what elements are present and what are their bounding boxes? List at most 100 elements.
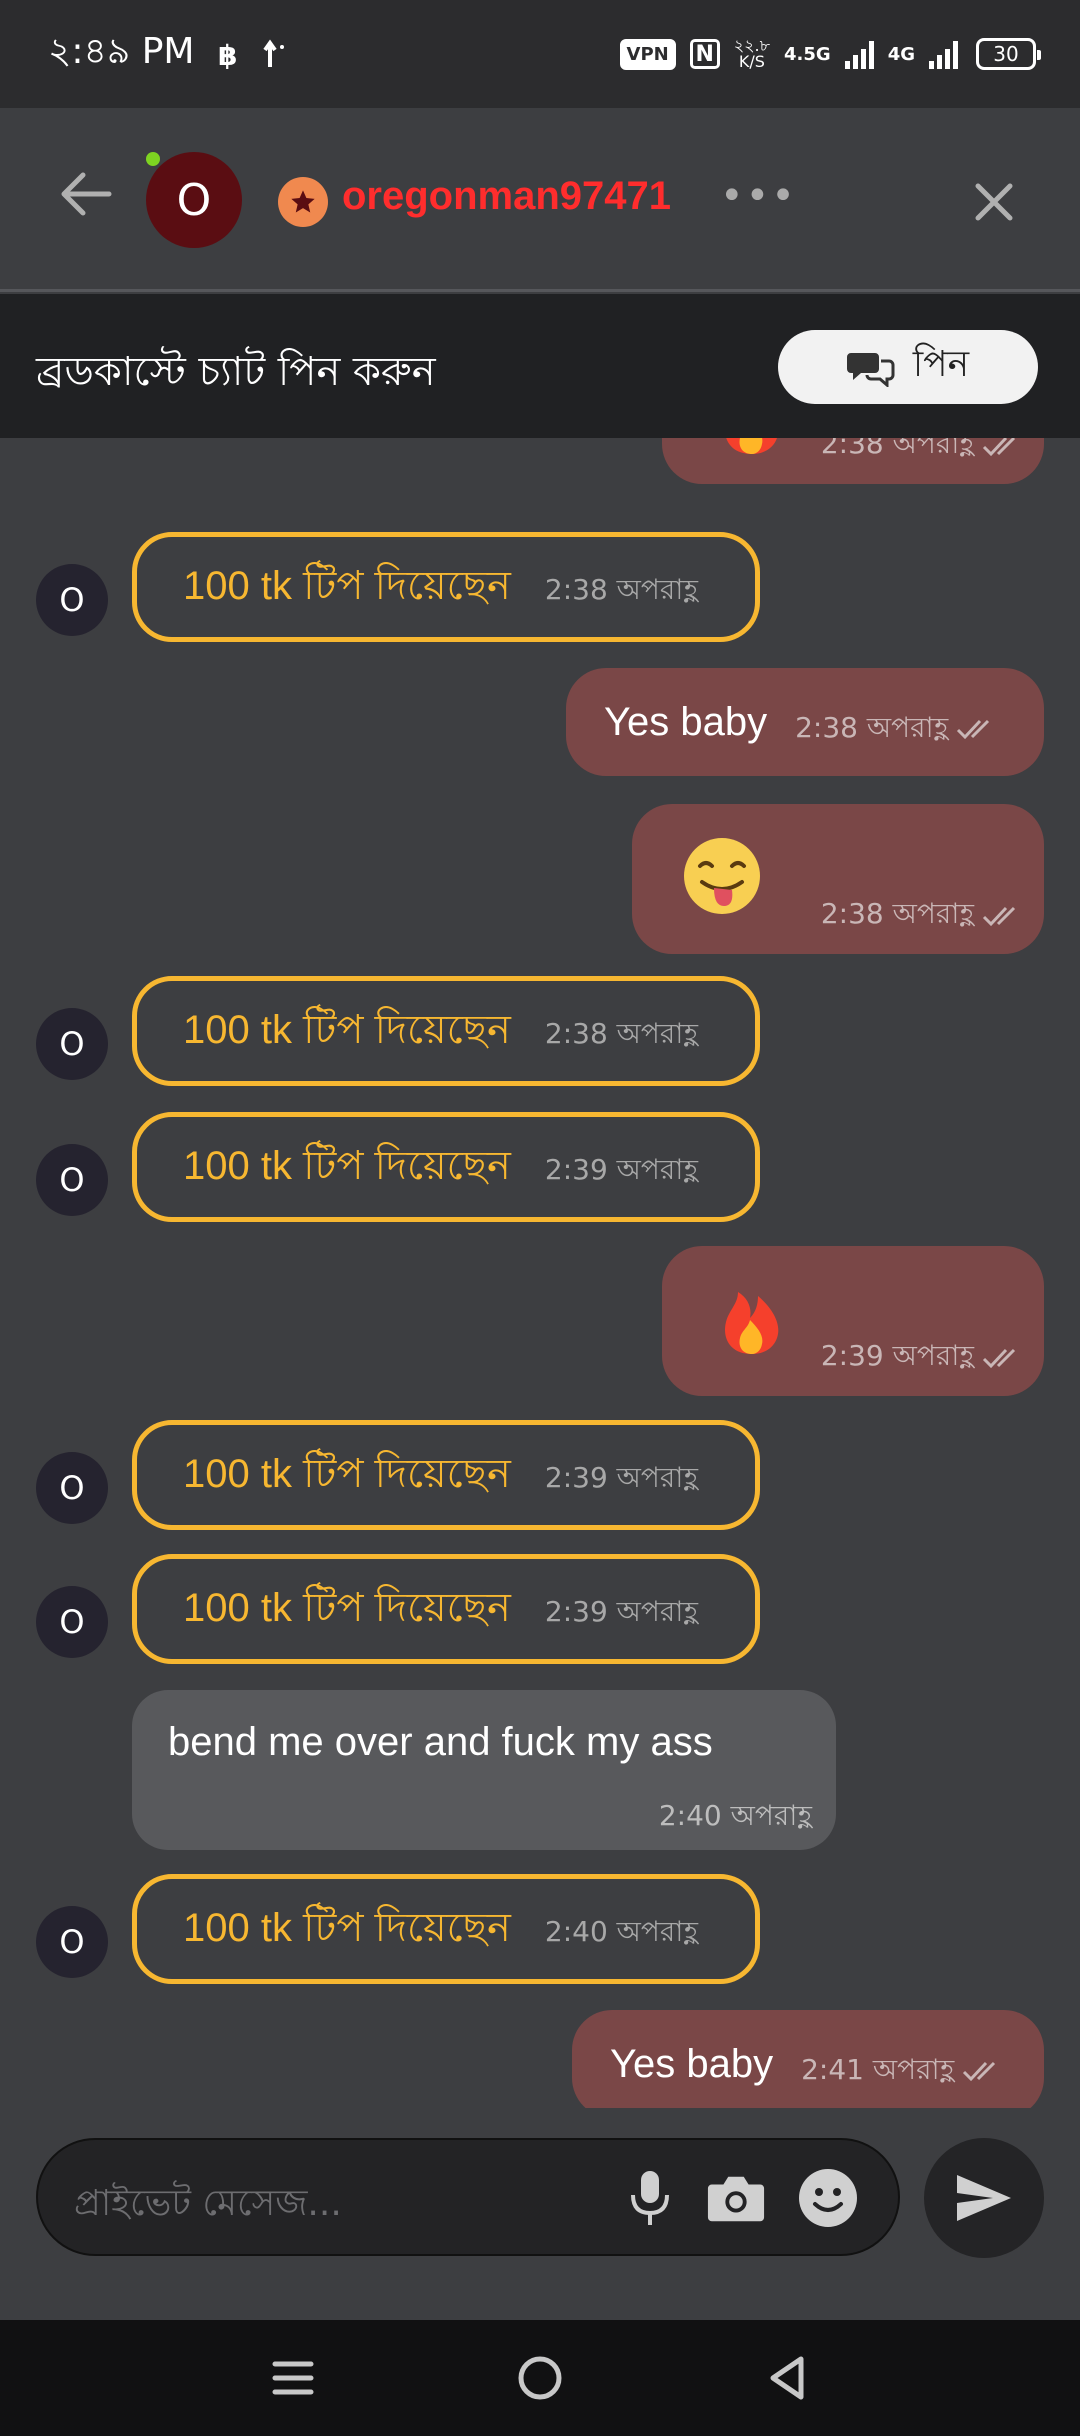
tip-bubble: 100 tk টিপ দিয়েছেন 2:40 অপরাহ্ণ — [132, 1874, 760, 1984]
avatar-letter: O — [176, 174, 212, 226]
message-time: 2:39 অপরাহ্ণ — [544, 1152, 699, 1186]
message-time: 2:41 অপরাহ্ণ — [801, 2052, 955, 2086]
chat-header: O oregonman97471 ••• — [0, 108, 1080, 292]
back-button[interactable] — [56, 164, 116, 224]
double-check-icon — [982, 906, 1016, 926]
signal-bars-icon — [929, 39, 958, 69]
received-message[interactable]: bend me over and fuck my ass 2:40 অপরাহ্… — [132, 1690, 836, 1850]
message-input[interactable]: প্রাইভেট মেসেজ... — [36, 2138, 900, 2256]
nfc-icon: N — [689, 39, 720, 69]
net-speed: ২২.৮ K/S — [734, 38, 770, 70]
tip-text: 100 tk টিপ দিয়েছেন — [183, 1007, 511, 1052]
home-button[interactable] — [505, 2343, 575, 2413]
camera-button[interactable] — [706, 2168, 766, 2228]
recent-apps-button[interactable] — [258, 2343, 328, 2413]
pin-bar-text: ব্রডকাস্টে চ্যাট পিন করুন — [36, 349, 436, 395]
message-time: 2:38 অপরাহ্ণ — [820, 897, 974, 930]
sender-avatar[interactable]: O — [36, 1906, 108, 1978]
sender-avatar-letter: O — [59, 1161, 85, 1199]
pin-button-label: পিন — [912, 344, 970, 385]
message-time: 2:39 অপরাহ্ণ — [544, 1460, 699, 1494]
microphone-icon — [631, 2171, 669, 2225]
bitcoin-icon: ฿ — [218, 39, 237, 69]
message-meta: 2:39 অপরাহ্ণ — [821, 1334, 1026, 1381]
sender-avatar[interactable]: O — [36, 1586, 108, 1658]
status-right: VPN N ২২.৮ K/S 4.5G 4G 30 — [619, 38, 1041, 70]
message-meta: 2:38 অপরাহ্ণ — [795, 706, 1000, 753]
more-options-button[interactable]: ••• — [720, 176, 797, 216]
sent-message[interactable]: Yes baby 2:41 অপরাহ্ণ — [572, 2010, 1044, 2108]
status-time: ২:৪৯ PM — [48, 31, 195, 72]
pin-button[interactable]: পিন — [778, 330, 1038, 404]
back-nav-button[interactable] — [752, 2343, 822, 2413]
message-meta: 2:38 অপরাহ্ণ — [821, 438, 1026, 469]
sender-avatar[interactable]: O — [36, 1144, 108, 1216]
message-list[interactable]: 2:38 অপরাহ্ণ O 100 tk টিপ দিয়েছেন 2:38 … — [0, 438, 1080, 2108]
sender-avatar[interactable]: O — [36, 564, 108, 636]
battery-icon: 30 — [976, 38, 1041, 70]
tip-text: 100 tk টিপ দিয়েছেন — [183, 563, 511, 608]
arrow-left-icon — [61, 172, 112, 216]
tip-text: 100 tk টিপ দিয়েছেন — [183, 1143, 511, 1188]
message-input-placeholder: প্রাইভেট মেসেজ... — [74, 2183, 342, 2224]
emoji-button[interactable] — [798, 2168, 858, 2228]
vpn-icon: VPN — [619, 38, 676, 70]
sender-avatar-letter: O — [59, 1469, 85, 1507]
message-time: 2:39 অপরাহ্ণ — [544, 1594, 699, 1628]
message-time: 2:39 অপরাহ্ণ — [820, 1339, 974, 1372]
double-check-icon — [982, 438, 1016, 456]
message-time: 2:38 অপরাহ্ণ — [544, 1016, 699, 1050]
composer: প্রাইভেট মেসেজ... — [0, 2108, 1080, 2320]
sender-avatar[interactable]: O — [36, 1008, 108, 1080]
double-check-icon — [982, 1348, 1016, 1368]
tip-message[interactable]: O 100 tk টিপ দিয়েছেন 2:39 অপরাহ্ণ — [0, 1112, 1080, 1222]
smiley-icon — [799, 2169, 857, 2227]
fire-emoji-icon — [726, 438, 777, 454]
menu-lines-icon — [272, 2361, 314, 2395]
camera-icon — [707, 2176, 765, 2222]
message-time: 2:38 অপরাহ্ণ — [544, 572, 699, 606]
tip-message[interactable]: O 100 tk টিপ দিয়েছেন 2:40 অপরাহ্ণ — [0, 1874, 1080, 1984]
tip-bubble: 100 tk টিপ দিয়েছেন 2:39 অপরাহ্ণ — [132, 1420, 760, 1530]
message-time: 2:40 অপরাহ্ণ — [544, 1914, 699, 1948]
tip-message[interactable]: O 100 tk টিপ দিয়েছেন 2:39 অপরাহ্ণ — [0, 1420, 1080, 1530]
fire-emoji-icon — [725, 1292, 779, 1354]
net-speed-unit: K/S — [738, 52, 765, 71]
status-left: ২:৪৯ PM ฿ — [48, 24, 288, 84]
tip-message[interactable]: O 100 tk টিপ দিয়েছেন 2:39 অপরাহ্ণ — [0, 1554, 1080, 1664]
message-meta: 2:41 অপরাহ্ণ — [801, 2048, 1006, 2095]
tip-text: 100 tk টিপ দিয়েছেন — [183, 1585, 511, 1630]
tip-message[interactable]: O 100 tk টিপ দিয়েছেন 2:38 অপরাহ্ণ — [0, 532, 1080, 642]
tip-bubble: 100 tk টিপ দিয়েছেন 2:38 অপরাহ্ণ — [132, 532, 760, 642]
message-time: 2:38 অপরাহ্ণ — [820, 438, 974, 460]
microphone-button[interactable] — [620, 2168, 680, 2228]
star-badge-icon — [278, 177, 328, 227]
tongue-face-emoji-icon — [684, 838, 760, 914]
send-icon — [957, 2175, 1011, 2221]
message-text: bend me over and fuck my ass — [168, 1720, 713, 1764]
battery-level: 30 — [993, 42, 1019, 66]
avatar[interactable]: O — [146, 152, 242, 248]
double-check-icon — [957, 719, 990, 740]
message-text: Yes baby — [610, 2041, 774, 2086]
upload-arrow-icon — [263, 39, 285, 67]
tip-bubble: 100 tk টিপ দিয়েছেন 2:39 অপরাহ্ণ — [132, 1112, 760, 1222]
sent-message-emoji[interactable]: 2:38 অপরাহ্ণ — [662, 438, 1044, 484]
online-indicator — [146, 152, 160, 166]
status-bar: ২:৪৯ PM ฿ VPN N ২২.৮ K/S 4.5G 4G 30 — [0, 0, 1080, 108]
message-text: Yes baby — [604, 699, 768, 744]
tip-message[interactable]: O 100 tk টিপ দিয়েছেন 2:38 অপরাহ্ণ — [0, 976, 1080, 1086]
message-meta: 2:38 অপরাহ্ণ — [821, 892, 1026, 939]
sender-avatar-letter: O — [59, 1923, 85, 1961]
tip-text: 100 tk টিপ দিয়েছেন — [183, 1451, 511, 1496]
close-button[interactable] — [964, 172, 1024, 232]
sent-message-emoji[interactable]: 2:39 অপরাহ্ণ — [662, 1246, 1044, 1396]
sender-avatar[interactable]: O — [36, 1452, 108, 1524]
triangle-back-icon — [770, 2356, 804, 2400]
sent-message-emoji[interactable]: 2:38 অপরাহ্ণ — [632, 804, 1044, 954]
tip-bubble: 100 tk টিপ দিয়েছেন 2:39 অপরাহ্ণ — [132, 1554, 760, 1664]
username[interactable]: oregonman97471 — [342, 174, 671, 219]
system-nav-bar — [0, 2320, 1080, 2436]
send-button[interactable] — [924, 2138, 1044, 2258]
sent-message[interactable]: Yes baby 2:38 অপরাহ্ণ — [566, 668, 1044, 776]
